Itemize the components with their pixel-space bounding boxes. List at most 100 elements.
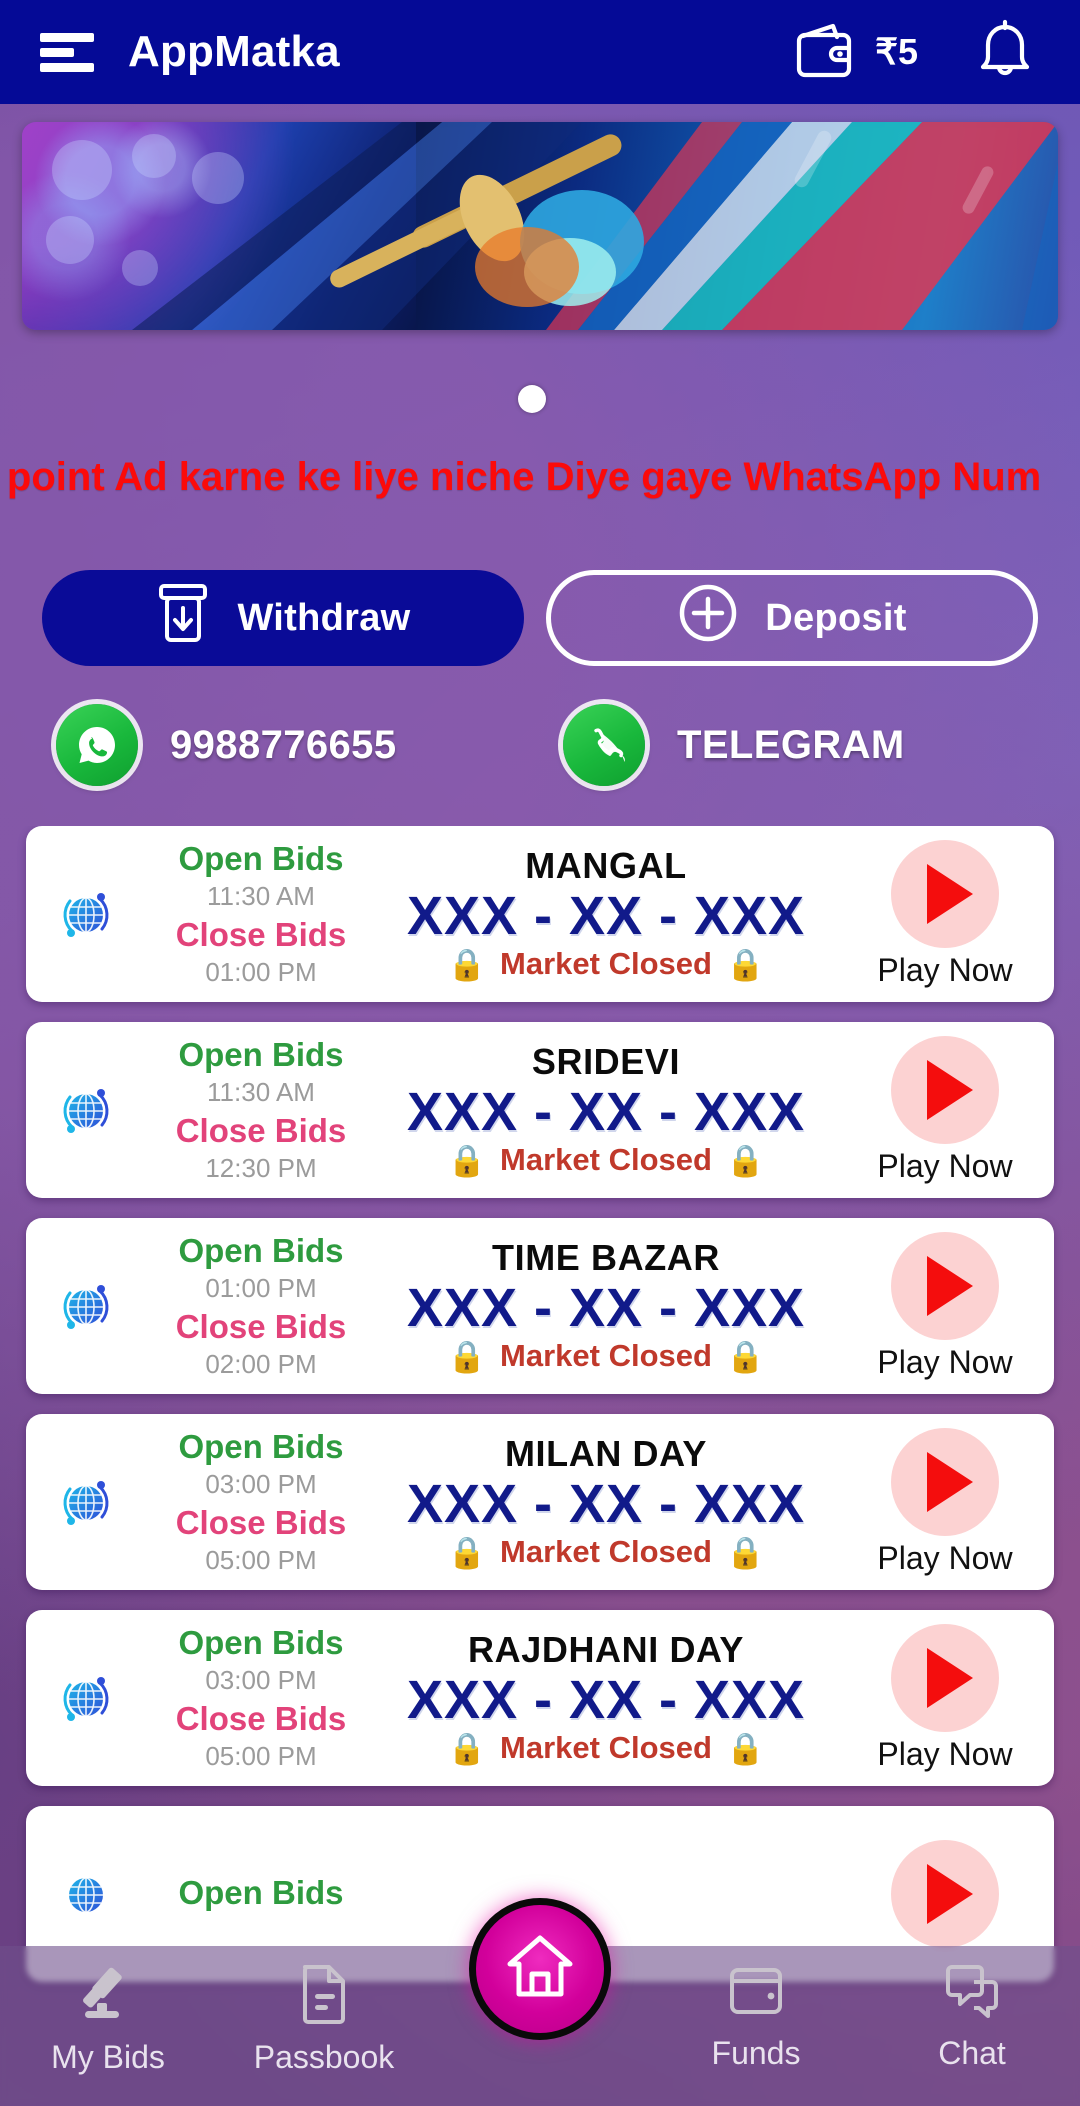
wallet-balance-group[interactable]: ₹5 bbox=[793, 20, 918, 85]
market-info: RAJDHANI DAY XXX - XX - XXX 🔒 Market Clo… bbox=[376, 1629, 836, 1767]
market-name: TIME BAZAR bbox=[492, 1236, 720, 1278]
scrolling-notice: me point Ad karne ke liye niche Diye gay… bbox=[0, 448, 1080, 506]
play-now-label: Play Now bbox=[877, 1735, 1013, 1772]
play-now-label: Play Now bbox=[877, 1539, 1013, 1576]
globe-network-icon bbox=[26, 1470, 146, 1534]
open-bids-time: 03:00 PM bbox=[205, 1469, 317, 1500]
wallet-icon[interactable] bbox=[793, 20, 855, 85]
play-triangle-icon bbox=[926, 1864, 973, 1924]
lock-icon: 🔒 bbox=[725, 1142, 765, 1178]
globe-network-icon bbox=[26, 1862, 146, 1926]
whatsapp-icon bbox=[56, 704, 138, 786]
market-status-label: Market Closed bbox=[500, 1338, 712, 1374]
play-triangle-icon bbox=[926, 1647, 973, 1708]
nav-label-funds: Funds bbox=[711, 2035, 801, 2071]
open-bids-time: 11:30 AM bbox=[207, 881, 315, 912]
close-bids-time: 05:00 PM bbox=[205, 1544, 317, 1575]
market-card[interactable]: Open Bids 11:30 AM Close Bids 01:00 PM M… bbox=[26, 826, 1054, 1002]
telegram-label: TELEGRAM bbox=[677, 722, 905, 767]
market-card[interactable]: Open Bids 03:00 PM Close Bids 05:00 PM R… bbox=[26, 1610, 1054, 1786]
hamburger-menu-icon[interactable] bbox=[40, 31, 94, 73]
telegram-contact[interactable]: TELEGRAM bbox=[533, 690, 1040, 800]
deposit-button[interactable]: Deposit bbox=[546, 570, 1038, 666]
market-card[interactable]: Open Bids 01:00 PM Close Bids 02:00 PM T… bbox=[26, 1218, 1054, 1394]
deposit-label: Deposit bbox=[765, 596, 907, 639]
bid-times: Open Bids 03:00 PM Close Bids 05:00 PM bbox=[146, 1427, 376, 1577]
market-list[interactable]: Open Bids 11:30 AM Close Bids 01:00 PM M… bbox=[0, 826, 1080, 2006]
carousel-dot-indicator[interactable] bbox=[518, 385, 546, 413]
close-bids-label: Close Bids bbox=[175, 915, 347, 953]
lock-icon: 🔒 bbox=[725, 946, 765, 982]
banner-image bbox=[22, 122, 1058, 330]
market-info bbox=[376, 1893, 836, 1895]
nav-item-my-bids[interactable]: My Bids bbox=[0, 1962, 216, 2076]
telegram-phone-icon bbox=[563, 704, 645, 786]
open-bids-time: 11:30 AM bbox=[207, 1077, 315, 1108]
close-bids-time: 12:30 PM bbox=[205, 1152, 317, 1183]
market-card[interactable]: Open Bids 03:00 PM Close Bids 05:00 PM M… bbox=[26, 1414, 1054, 1590]
market-result: XXX - XX - XXX bbox=[406, 1474, 806, 1535]
document-icon bbox=[295, 1962, 353, 2029]
chat-bubbles-icon bbox=[941, 1962, 1003, 2025]
play-now-label: Play Now bbox=[877, 951, 1013, 988]
open-bids-label: Open Bids bbox=[178, 1623, 344, 1661]
hamburger-bar bbox=[40, 63, 94, 72]
lock-icon: 🔒 bbox=[725, 1338, 765, 1374]
notification-button[interactable] bbox=[976, 19, 1034, 86]
play-now-button[interactable]: Play Now bbox=[836, 1231, 1054, 1381]
home-fab-button[interactable] bbox=[469, 1898, 611, 2040]
home-icon bbox=[502, 1930, 578, 2009]
contact-row: 9988776655 TELEGRAM bbox=[56, 690, 1040, 800]
open-bids-label: Open Bids bbox=[178, 1427, 344, 1465]
play-now-button[interactable] bbox=[836, 1840, 1054, 1948]
app-header: AppMatka ₹5 bbox=[0, 0, 1080, 104]
play-now-label: Play Now bbox=[877, 1343, 1013, 1380]
close-bids-time: 05:00 PM bbox=[205, 1740, 317, 1771]
market-name: MANGAL bbox=[525, 844, 687, 886]
play-now-label: Play Now bbox=[877, 1147, 1013, 1184]
hamburger-bar bbox=[40, 33, 94, 42]
lock-icon: 🔒 bbox=[447, 946, 487, 982]
wallet-icon bbox=[725, 1962, 787, 2025]
bid-times: Open Bids 11:30 AM Close Bids 01:00 PM bbox=[146, 839, 376, 989]
market-info: TIME BAZAR XXX - XX - XXX 🔒 Market Close… bbox=[376, 1236, 836, 1375]
withdraw-button[interactable]: Withdraw bbox=[42, 570, 524, 666]
play-now-button[interactable]: Play Now bbox=[836, 1427, 1054, 1577]
market-name: MILAN DAY bbox=[504, 1432, 708, 1474]
open-bids-label: Open Bids bbox=[178, 1035, 344, 1073]
market-status-label: Market Closed bbox=[500, 946, 712, 982]
play-now-button[interactable]: Play Now bbox=[836, 1623, 1054, 1773]
lock-icon: 🔒 bbox=[725, 1730, 765, 1766]
close-bids-label: Close Bids bbox=[175, 1699, 347, 1737]
withdraw-label: Withdraw bbox=[237, 596, 411, 639]
market-name: SRIDEVI bbox=[531, 1040, 681, 1082]
whatsapp-number: 9988776655 bbox=[170, 722, 397, 767]
nav-item-funds[interactable]: Funds bbox=[648, 1962, 864, 2072]
open-bids-label: Open Bids bbox=[178, 1231, 344, 1269]
play-now-button[interactable]: Play Now bbox=[836, 1035, 1054, 1185]
play-icon-circle bbox=[891, 1427, 999, 1536]
bid-times: Open Bids 03:00 PM Close Bids 05:00 PM bbox=[146, 1623, 376, 1773]
open-bids-time: 03:00 PM bbox=[205, 1665, 317, 1696]
close-bids-time: 02:00 PM bbox=[205, 1348, 317, 1379]
whatsapp-contact[interactable]: 9988776655 bbox=[56, 690, 533, 800]
wallet-balance: ₹5 bbox=[875, 31, 918, 72]
market-card[interactable]: Open Bids 11:30 AM Close Bids 12:30 PM S… bbox=[26, 1022, 1054, 1198]
open-bids-time: 01:00 PM bbox=[205, 1273, 317, 1304]
play-now-button[interactable]: Play Now bbox=[836, 839, 1054, 989]
open-bids-label: Open Bids bbox=[178, 1874, 344, 1912]
close-bids-time: 01:00 PM bbox=[205, 956, 317, 987]
market-result: XXX - XX - XXX bbox=[406, 1278, 806, 1339]
notice-text: me point Ad karne ke liye niche Diye gay… bbox=[0, 454, 1042, 499]
market-status: 🔒 Market Closed 🔒 bbox=[382, 1730, 830, 1766]
market-status-label: Market Closed bbox=[500, 1142, 712, 1178]
market-status: 🔒 Market Closed 🔒 bbox=[382, 946, 830, 982]
market-info: MANGAL XXX - XX - XXX 🔒 Market Closed 🔒 bbox=[376, 844, 836, 983]
play-triangle-icon bbox=[926, 1255, 973, 1316]
bell-icon[interactable] bbox=[976, 19, 1034, 86]
nav-item-passbook[interactable]: Passbook bbox=[216, 1962, 432, 2076]
promo-banner-carousel[interactable] bbox=[22, 122, 1058, 330]
nav-label-passbook: Passbook bbox=[253, 2039, 395, 2075]
hamburger-bar bbox=[40, 48, 74, 57]
nav-item-chat[interactable]: Chat bbox=[864, 1962, 1080, 2072]
